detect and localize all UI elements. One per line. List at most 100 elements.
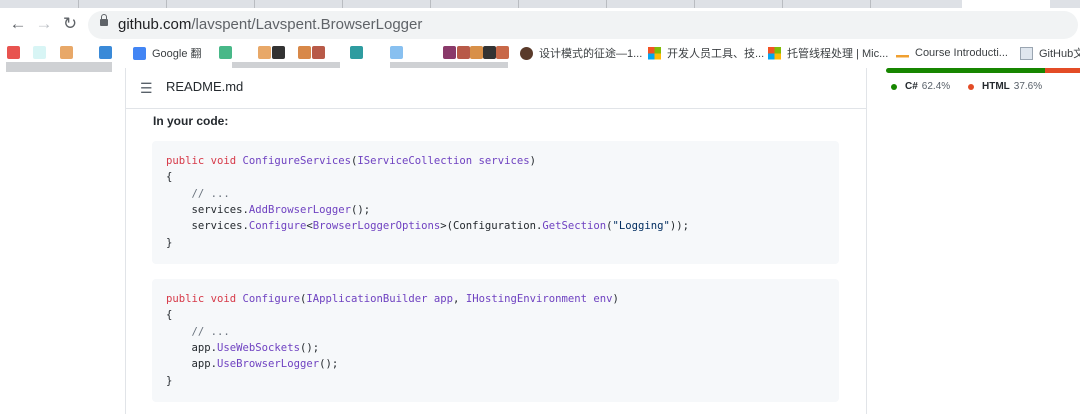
avatar-icon: [520, 46, 533, 60]
code-type: BrowserLoggerOptions: [312, 220, 441, 232]
code-line: services.AddBrowserLogger();: [166, 203, 371, 217]
lock-icon[interactable]: [100, 14, 108, 26]
bookmark-google-translate[interactable]: Google 翻: [133, 44, 202, 62]
forward-button[interactable]: →: [34, 14, 54, 34]
bookmark-favicon-icon[interactable]: [272, 46, 285, 59]
language-item-csharp[interactable]: C# 62.4%: [891, 81, 950, 92]
table-of-contents-icon[interactable]: ☰: [140, 81, 153, 95]
code-line: app.UseWebSockets();: [166, 341, 320, 355]
bookmark-favicon-icon[interactable]: [470, 46, 483, 59]
code-line: }: [166, 375, 173, 387]
language-percent: 62.4%: [921, 81, 951, 92]
tab-separator: [870, 0, 871, 8]
code-type: IHostingEnvironment env: [465, 293, 613, 305]
bookmark-favicon-icon[interactable]: [99, 46, 112, 59]
code-text: >(Configuration.: [440, 220, 543, 232]
code-line: {: [166, 171, 173, 183]
address-bar[interactable]: github.com/lavspent/Lavspent.BrowserLogg…: [88, 11, 1078, 39]
code-line: services.Configure<BrowserLoggerOptions>…: [166, 219, 690, 233]
code-text: ));: [669, 220, 690, 232]
code-string: "Logging": [612, 220, 670, 232]
bookmark-label: Google 翻: [152, 48, 202, 60]
url-text[interactable]: github.com/lavspent/Lavspent.BrowserLogg…: [118, 15, 422, 35]
bookmark-favicon-icon[interactable]: [496, 46, 509, 59]
code-text: services.: [166, 220, 249, 232]
code-function: ConfigureServices: [242, 155, 351, 167]
course-icon: [896, 46, 909, 60]
tab-separator: [78, 0, 79, 8]
tab-separator: [694, 0, 695, 8]
bookmark-favicon-icon[interactable]: [60, 46, 73, 59]
code-comment: // ...: [166, 326, 230, 338]
tab-separator: [254, 0, 255, 8]
bookmark-favicon-icon[interactable]: [298, 46, 311, 59]
language-name: C#: [905, 81, 918, 92]
tab-separator: [342, 0, 343, 8]
readme-border-right: [866, 68, 867, 414]
bookmark-label: 开发人员工具、技...: [667, 48, 765, 60]
code-type: IApplicationBuilder app: [306, 293, 454, 305]
tab-separator: [166, 0, 167, 8]
code-keyword: public void: [166, 155, 243, 167]
active-tab[interactable]: [962, 0, 1050, 8]
code-function: UseWebSockets: [217, 342, 300, 354]
code-line: }: [166, 237, 173, 249]
bookmark-course-intro[interactable]: Course Introducti...: [896, 44, 1008, 62]
code-function: AddBrowserLogger: [248, 204, 351, 216]
readme-border-left: [125, 68, 126, 414]
bookmark-github-doc[interactable]: GitHub文: [1020, 44, 1080, 62]
tab-strip: [0, 0, 1080, 8]
code-text: ();: [299, 342, 320, 354]
tab-separator: [782, 0, 783, 8]
bookmark-managed-threading[interactable]: 托管线程处理 | Mic...: [768, 44, 888, 62]
code-text: ): [529, 155, 536, 167]
section-label: In your code:: [153, 114, 229, 128]
microsoft-icon: [648, 46, 661, 60]
bookmark-label: 设计模式的征途—1...: [539, 48, 643, 60]
code-function: GetSection: [542, 220, 607, 232]
bookmark-design-patterns[interactable]: 设计模式的征途—1...: [520, 44, 642, 62]
code-line: {: [166, 309, 173, 321]
code-text: ): [612, 293, 619, 305]
language-item-html[interactable]: HTML 37.6%: [968, 81, 1042, 92]
code-line: public void ConfigureServices(IServiceCo…: [166, 154, 536, 168]
bookmark-favicon-icon[interactable]: [7, 46, 20, 59]
language-bar-html-segment: [1045, 68, 1080, 73]
bookmark-favicon-icon[interactable]: [219, 46, 232, 59]
bookmark-label: Course Introducti...: [915, 47, 1008, 59]
bookmark-favicon-icon[interactable]: [443, 46, 456, 59]
code-text: app.: [166, 358, 218, 370]
readme-title: README.md: [166, 79, 244, 94]
bookmark-label: GitHub文: [1039, 48, 1080, 60]
bookmark-label: 托管线程处理 | Mic...: [787, 48, 889, 60]
code-function: Configure: [242, 293, 300, 305]
bookmark-favicon-icon[interactable]: [312, 46, 325, 59]
back-button[interactable]: ←: [8, 14, 28, 34]
code-comment: // ...: [166, 188, 230, 200]
bookmark-favicon-icon[interactable]: [258, 46, 271, 59]
code-block-configure-services: public void ConfigureServices(IServiceCo…: [152, 141, 839, 264]
tab-separator: [606, 0, 607, 8]
redacted-bar: [6, 62, 112, 72]
tab-separator: [518, 0, 519, 8]
code-line: app.UseBrowserLogger();: [166, 357, 339, 371]
bookmark-favicon-icon[interactable]: [457, 46, 470, 59]
readme-header: ☰ README.md: [126, 68, 866, 109]
code-text: services.: [166, 204, 249, 216]
language-dot-icon: [891, 83, 897, 90]
bookmark-favicon-icon[interactable]: [390, 46, 403, 59]
language-percent: 37.6%: [1013, 81, 1043, 92]
reload-button[interactable]: ↻: [60, 14, 80, 34]
code-block-configure: public void Configure(IApplicationBuilde…: [152, 279, 839, 402]
code-text: ,: [453, 293, 466, 305]
bookmark-favicon-icon[interactable]: [350, 46, 363, 59]
code-text: ();: [350, 204, 371, 216]
bookmark-favicon-icon[interactable]: [33, 46, 46, 59]
language-dot-icon: [968, 83, 974, 90]
url-path: /lavspent/Lavspent.BrowserLogger: [191, 16, 423, 33]
google-translate-icon: [133, 46, 146, 60]
language-bar: [886, 68, 1080, 73]
bookmark-dev-tools[interactable]: 开发人员工具、技...: [648, 44, 764, 62]
bookmark-favicon-icon[interactable]: [483, 46, 496, 59]
code-function: Configure: [248, 220, 307, 232]
